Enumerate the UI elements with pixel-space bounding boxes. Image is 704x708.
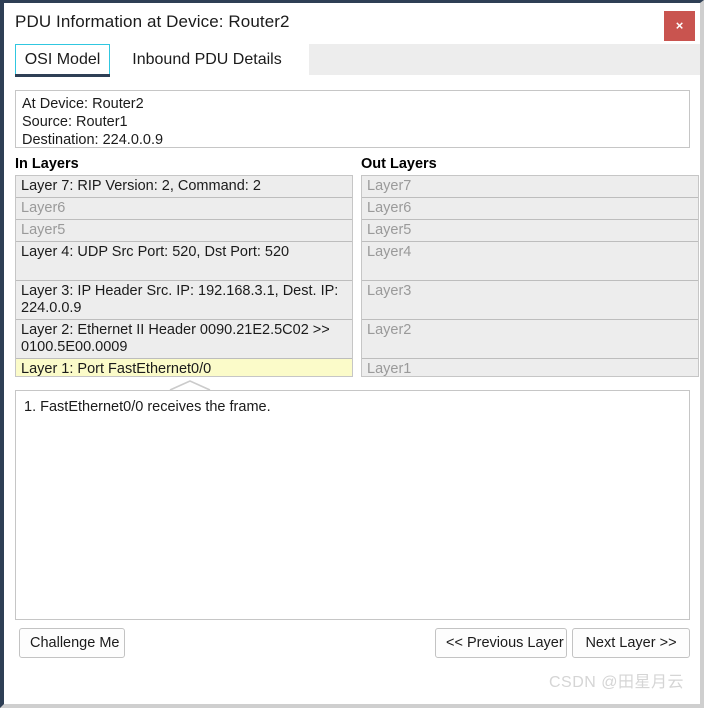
out-layer-row-4[interactable]: Layer4 [362,242,698,281]
in-layers-list[interactable]: Layer 7: RIP Version: 2, Command: 2 Laye… [15,175,353,377]
watermark: CSDN @田星月云 [549,674,685,691]
in-layer-row-3[interactable]: Layer 3: IP Header Src. IP: 192.168.3.1,… [16,281,352,320]
out-layer-row-7[interactable]: Layer7 [362,176,698,198]
in-layers-header: In Layers [15,156,79,172]
layers-region: In Layers Out Layers Layer 7: RIP Versio… [4,156,700,378]
in-layer-row-6[interactable]: Layer6 [16,198,352,220]
in-layer-row-5[interactable]: Layer5 [16,220,352,242]
out-layer-row-2[interactable]: Layer2 [362,320,698,359]
title-bar: PDU Information at Device: Router2 × [4,3,700,44]
challenge-me-button[interactable]: Challenge Me [19,628,125,658]
pdu-summary-box: At Device: Router2 Source: Router1 Desti… [15,90,690,148]
in-layer-row-2[interactable]: Layer 2: Ethernet II Header 0090.21E2.5C… [16,320,352,359]
tab-inbound-pdu-details-label: Inbound PDU Details [132,50,282,68]
out-layer-row-6[interactable]: Layer6 [362,198,698,220]
destination-line: Destination: 224.0.0.9 [22,132,164,148]
tab-strip-filler [309,44,700,75]
description-line: 1. FastEthernet0/0 receives the frame. [24,399,271,415]
source-line: Source: Router1 [22,114,128,130]
splitter-chevron-up-icon[interactable] [169,378,211,391]
content-area: At Device: Router2 Source: Router1 Desti… [4,77,700,704]
close-icon[interactable]: × [664,11,695,41]
out-layer-row-1[interactable]: Layer1 [362,359,698,376]
pdu-information-window: PDU Information at Device: Router2 × OSI… [0,0,704,708]
out-layers-header: Out Layers [361,156,437,172]
out-layer-row-3[interactable]: Layer3 [362,281,698,320]
window-title: PDU Information at Device: Router2 [15,12,290,31]
out-layers-list[interactable]: Layer7 Layer6 Layer5 Layer4 Layer3 Layer… [361,175,699,377]
previous-layer-button[interactable]: << Previous Layer [435,628,567,658]
in-layer-row-4[interactable]: Layer 4: UDP Src Port: 520, Dst Port: 52… [16,242,352,281]
tab-osi-model[interactable]: OSI Model [15,44,110,78]
at-device-line: At Device: Router2 [22,96,144,112]
tab-inbound-pdu-details[interactable]: Inbound PDU Details [117,44,297,75]
next-layer-button[interactable]: Next Layer >> [572,628,690,658]
in-layer-row-1[interactable]: Layer 1: Port FastEthernet0/0 [16,359,352,376]
layer-description-panel: 1. FastEthernet0/0 receives the frame. [15,390,690,620]
tab-strip: OSI Model Inbound PDU Details [4,44,700,78]
in-layer-row-7[interactable]: Layer 7: RIP Version: 2, Command: 2 [16,176,352,198]
splitter[interactable] [4,378,700,391]
out-layer-row-5[interactable]: Layer5 [362,220,698,242]
tab-osi-model-label: OSI Model [24,51,101,68]
